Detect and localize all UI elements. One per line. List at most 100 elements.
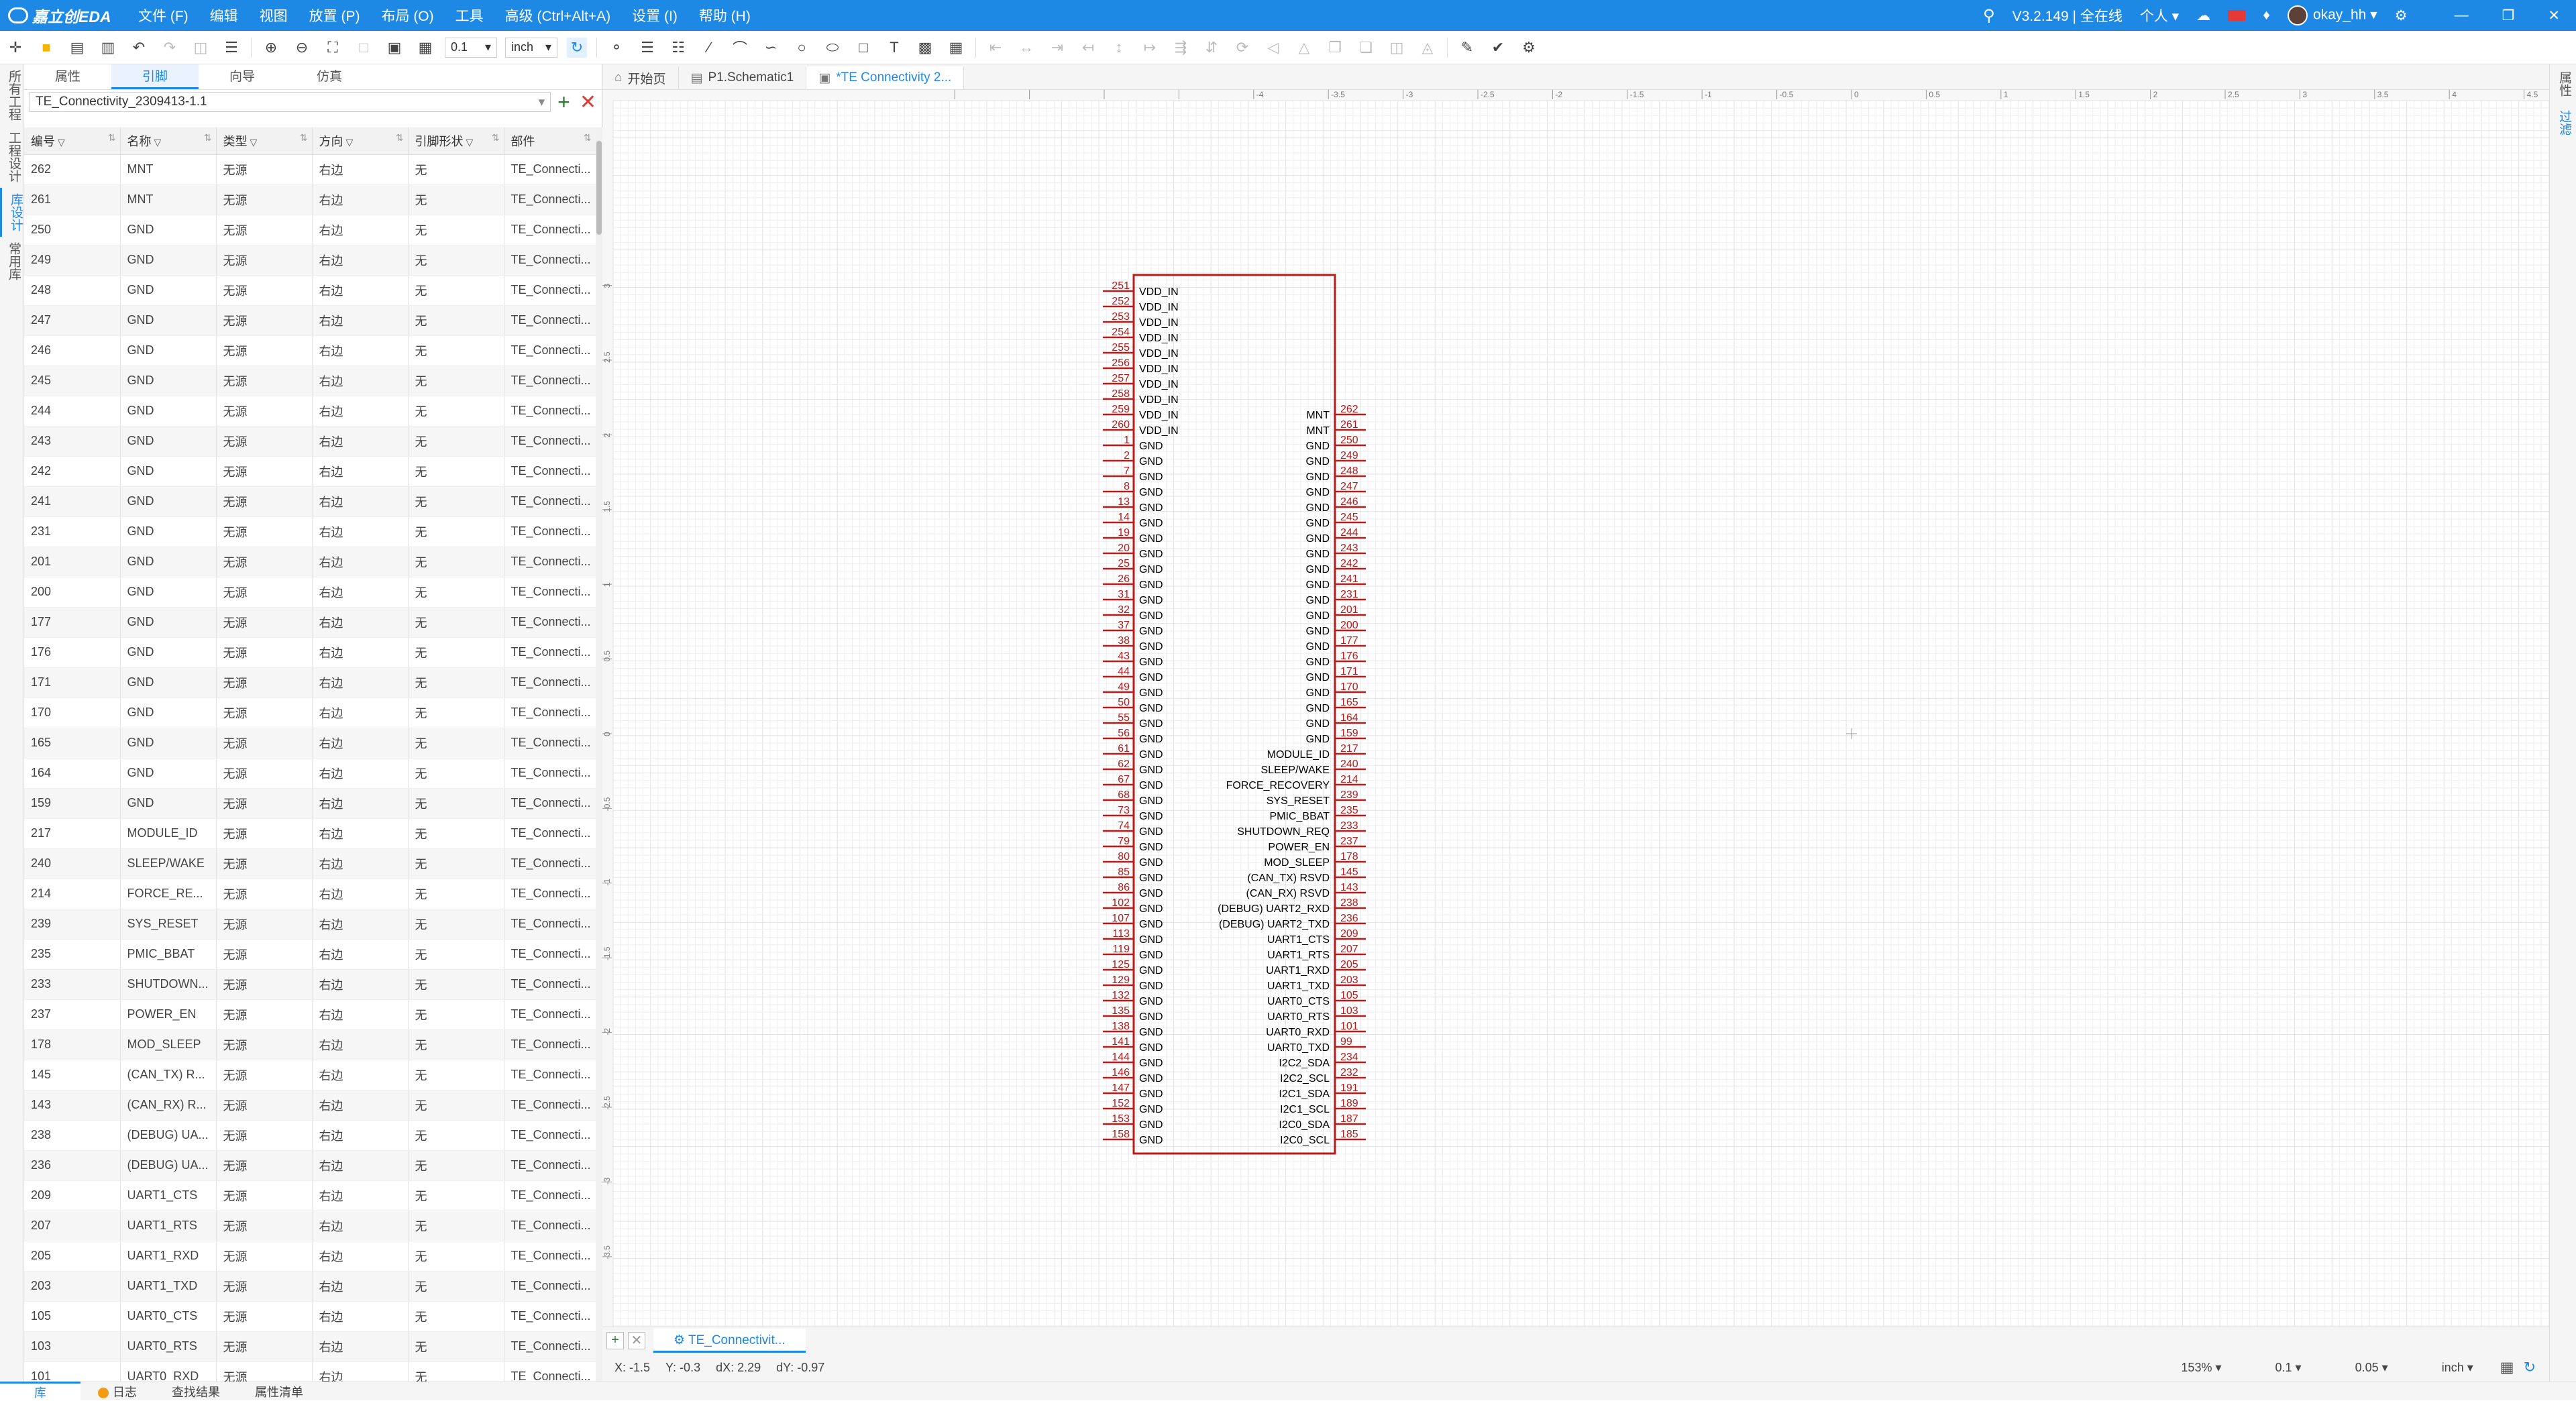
unit-select[interactable]: inch ▾ <box>505 37 557 58</box>
add-icon[interactable]: + <box>557 90 570 115</box>
bottom-tab-2[interactable]: 查找结果 <box>154 1383 237 1400</box>
ungroup-icon[interactable]: ◬ <box>1417 38 1438 58</box>
table-row[interactable]: 145 (CAN_TX) R... 无源 右边无 TE_Connecti... <box>24 1060 596 1090</box>
doc-tab-0[interactable]: ⌂ 开始页 <box>602 66 679 89</box>
menu-item-3[interactable]: 放置 (P) <box>299 5 371 25</box>
column-header-2[interactable]: 类型 ▽ ⇅ <box>216 127 313 155</box>
left-rail-item-0[interactable]: 所有工程 <box>0 64 28 126</box>
table-row[interactable]: 250 GND 无源 右边无 TE_Connecti... <box>24 215 596 245</box>
pin-tool-icon[interactable]: ⚬ <box>606 38 627 58</box>
table-row[interactable]: 262 MNT 无源 右边无 TE_Connecti... <box>24 154 596 185</box>
sheet-tab-active[interactable]: ⚙ TE_Connectivit... <box>653 1328 806 1353</box>
rotate-icon[interactable]: ⟳ <box>1232 38 1252 58</box>
table-row[interactable]: 165 GND 无源 右边无 TE_Connecti... <box>24 728 596 759</box>
canvas-svg[interactable]: -4 -3.5 -3 -2.5 -2 -1.5 -1 -0.5 0 0.5 1 1.5 2 2.5 3 3.5… <box>602 90 2549 1327</box>
delete-icon[interactable]: ✕ <box>580 91 596 114</box>
distribute-h-icon[interactable]: ⇶ <box>1171 38 1191 58</box>
table-row[interactable]: 239 SYS_RESET 无源 右边无 TE_Connecti... <box>24 909 596 940</box>
restore-icon[interactable]: ❐ <box>2502 7 2515 24</box>
panel-tab-0[interactable]: 属性 <box>24 64 111 89</box>
table-row[interactable]: 159 GND 无源 右边无 TE_Connecti... <box>24 788 596 819</box>
bottom-tab-0[interactable]: 库 <box>0 1382 80 1401</box>
table-row[interactable]: 178 MOD_SLEEP 无源 右边无 TE_Connecti... <box>24 1029 596 1060</box>
fit-view-icon[interactable]: ⛶ <box>323 38 343 58</box>
table-row[interactable]: 201 GND 无源 右边无 TE_Connecti... <box>24 547 596 577</box>
arc-tool-icon[interactable]: ⌒ <box>730 38 750 58</box>
filter-icon[interactable]: ▽ <box>58 137 65 148</box>
copy-icon[interactable]: ◫ <box>191 38 211 58</box>
table-row[interactable]: 217 MODULE_ID 无源 右边无 TE_Connecti... <box>24 818 596 849</box>
bottom-tab-3[interactable]: 属性清单 <box>237 1383 321 1400</box>
table-row[interactable]: 101 UART0_RXD 无源 右边无 TE_Connecti... <box>24 1361 596 1382</box>
bezier-tool-icon[interactable]: ∽ <box>761 38 781 58</box>
language-flag-icon[interactable] <box>2228 10 2246 21</box>
format-icon[interactable]: ☰ <box>221 38 241 58</box>
menu-item-7[interactable]: 设置 (I) <box>621 5 688 25</box>
column-header-3[interactable]: 方向 ▽ ⇅ <box>312 127 409 155</box>
text-tool-icon[interactable]: T <box>884 38 904 58</box>
panel-tab-2[interactable]: 向导 <box>199 64 286 89</box>
filter-icon[interactable]: ▽ <box>466 137 474 148</box>
pin-grid-icon[interactable]: ☷ <box>668 38 688 58</box>
filter-icon[interactable]: ▽ <box>154 137 162 148</box>
column-header-1[interactable]: 名称 ▽ ⇅ <box>120 127 217 155</box>
align-middle-icon[interactable]: ↕ <box>1109 38 1129 58</box>
rectangle-tool-icon[interactable]: □ <box>853 38 873 58</box>
align-bottom-icon[interactable]: ↦ <box>1140 38 1160 58</box>
table-row[interactable]: 241 GND 无源 右边无 TE_Connecti... <box>24 486 596 517</box>
menu-item-2[interactable]: 视图 <box>249 5 299 25</box>
table-row[interactable]: 164 GND 无源 右边无 TE_Connecti... <box>24 758 596 789</box>
table-row[interactable]: 242 GND 无源 右边无 TE_Connecti... <box>24 456 596 487</box>
undo-icon[interactable]: ↶ <box>129 38 149 58</box>
filter-icon[interactable]: ▽ <box>250 137 258 148</box>
column-header-4[interactable]: 引脚形状 ▽ ⇅ <box>408 127 504 155</box>
close-sheet-button[interactable]: ✕ <box>628 1331 645 1349</box>
menu-item-5[interactable]: 工具 <box>445 5 494 25</box>
panel-tab-1[interactable]: 引脚 <box>111 64 199 89</box>
save-icon[interactable]: ▤ <box>67 38 87 58</box>
table-row[interactable]: 245 GND 无源 右边无 TE_Connecti... <box>24 366 596 396</box>
table-row[interactable]: 205 UART1_RXD 无源 右边无 TE_Connecti... <box>24 1241 596 1272</box>
redo-icon[interactable]: ↷ <box>160 38 180 58</box>
table-row[interactable]: 207 UART1_RTS 无源 右边无 TE_Connecti... <box>24 1211 596 1241</box>
grid-size-select[interactable]: 0.1 ▾ <box>445 37 497 58</box>
zoom-area-icon[interactable]: □ <box>354 38 374 58</box>
zoom-out-icon[interactable]: ⊖ <box>292 38 312 58</box>
table-row[interactable]: 200 GND 无源 右边无 TE_Connecti... <box>24 577 596 608</box>
image-tool-icon[interactable]: ▩ <box>915 38 935 58</box>
table-row[interactable]: 240 SLEEP/WAKE 无源 右边无 TE_Connecti... <box>24 848 596 879</box>
circle-tool-icon[interactable]: ○ <box>792 38 812 58</box>
sort-icon[interactable]: ⇅ <box>396 132 404 144</box>
zoom-selection-icon[interactable]: ▣ <box>384 38 405 58</box>
table-row[interactable]: 235 PMIC_BBAT 无源 右边无 TE_Connecti... <box>24 939 596 970</box>
table-row[interactable]: 143 (CAN_RX) R... 无源 右边无 TE_Connecti... <box>24 1090 596 1121</box>
column-header-5[interactable]: 部件 ⇅ <box>504 127 596 155</box>
menu-item-6[interactable]: 高级 (Ctrl+Alt+A) <box>494 5 622 25</box>
table-row[interactable]: 177 GND 无源 右边无 TE_Connecti... <box>24 607 596 638</box>
column-header-0[interactable]: 编号 ▽ ⇅ <box>24 127 121 155</box>
menu-item-0[interactable]: 文件 (F) <box>127 5 199 25</box>
snap-icon[interactable]: ↻ <box>567 37 587 58</box>
table-scrollbar[interactable] <box>596 127 602 1382</box>
bring-front-icon[interactable]: ❐ <box>1325 38 1345 58</box>
table-row[interactable]: 246 GND 无源 右边无 TE_Connecti... <box>24 335 596 366</box>
app-logo[interactable]: 嘉立创EDA <box>0 4 127 27</box>
sort-icon[interactable]: ⇅ <box>204 132 212 144</box>
table-row[interactable]: 261 MNT 无源 右边无 TE_Connecti... <box>24 184 596 215</box>
right-rail-item-0[interactable]: 属性 <box>2550 64 2576 103</box>
group-icon[interactable]: ◫ <box>1387 38 1407 58</box>
table-row[interactable]: 244 GND 无源 右边无 TE_Connecti... <box>24 396 596 427</box>
distribute-v-icon[interactable]: ⇵ <box>1201 38 1222 58</box>
grid-icon[interactable]: ▦ <box>415 38 435 58</box>
right-rail-item-1[interactable]: 过滤 <box>2550 103 2576 142</box>
zoom-select[interactable]: 153% ▾ <box>2154 1361 2221 1375</box>
table-row[interactable]: 237 POWER_EN 无源 右边无 TE_Connecti... <box>24 999 596 1030</box>
flip-v-icon[interactable]: △ <box>1294 38 1314 58</box>
table-row[interactable]: 103 UART0_RTS 无源 右边无 TE_Connecti... <box>24 1331 596 1362</box>
settings-icon[interactable]: ⚙ <box>1519 38 1539 58</box>
cloud-icon[interactable]: ☁ <box>2196 7 2210 24</box>
table-row[interactable]: 248 GND 无源 右边无 TE_Connecti... <box>24 275 596 306</box>
table-row[interactable]: 247 GND 无源 右边无 TE_Connecti... <box>24 305 596 336</box>
sort-icon[interactable]: ⇅ <box>300 132 308 144</box>
gear-icon[interactable]: ⚙ <box>2395 7 2408 24</box>
